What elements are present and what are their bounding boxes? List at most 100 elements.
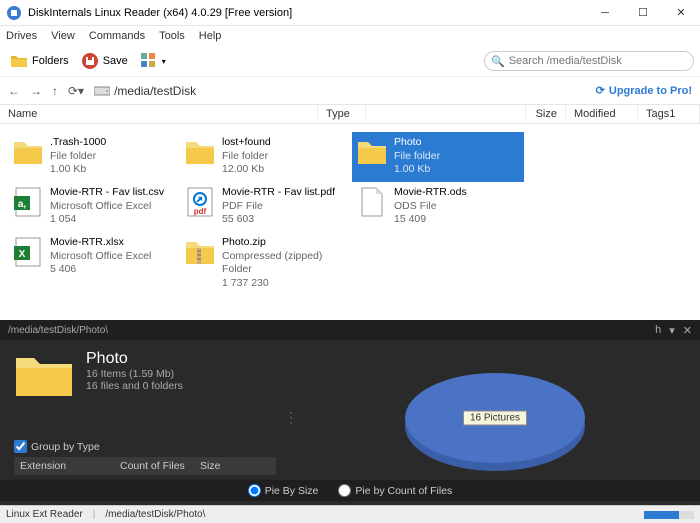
file-item[interactable]: pdf Movie-RTR - Fav list.pdfPDF File55 60…: [180, 182, 352, 232]
drive-icon: [94, 85, 110, 97]
th-size[interactable]: Size: [194, 457, 254, 475]
file-size: 1.00 Kb: [394, 163, 440, 177]
file-type: Microsoft Office Excel: [50, 250, 151, 264]
detail-title: Photo: [86, 350, 183, 368]
file-size: 5 406: [50, 263, 151, 277]
save-icon: [81, 52, 99, 70]
file-name: Movie-RTR.ods: [394, 186, 467, 200]
status-bar: Linux Ext Reader | /media/testDisk/Photo…: [0, 505, 700, 523]
file-size: 1 054: [50, 213, 164, 227]
file-type: File folder: [222, 150, 271, 164]
menu-commands[interactable]: Commands: [89, 30, 145, 42]
file-item[interactable]: X Movie-RTR.xlsxMicrosoft Office Excel5 4…: [8, 232, 180, 282]
file-name: lost+found: [222, 136, 271, 150]
menu-tools[interactable]: Tools: [159, 30, 185, 42]
file-list[interactable]: .Trash-1000File folder1.00 Kblost+foundF…: [0, 124, 700, 320]
file-item[interactable]: .Trash-1000File folder1.00 Kb: [8, 132, 180, 182]
detail-header: /media/testDisk/Photo\ h ▾ ✕: [0, 320, 700, 340]
menubar: Drives View Commands Tools Help: [0, 26, 700, 46]
status-app: Linux Ext Reader: [6, 509, 83, 520]
file-name: .Trash-1000: [50, 136, 106, 150]
detail-files: 16 files and 0 folders: [86, 380, 183, 392]
radio-pie-by-size[interactable]: Pie By Size: [248, 484, 319, 497]
file-type: PDF File: [222, 200, 335, 214]
up-button[interactable]: ↑: [52, 84, 58, 98]
file-name: Movie-RTR - Fav list.pdf: [222, 186, 335, 200]
search-box[interactable]: 🔍: [484, 51, 694, 71]
save-button[interactable]: Save: [77, 50, 132, 72]
search-input[interactable]: [509, 55, 687, 67]
column-spacer: [366, 105, 526, 123]
menu-drives[interactable]: Drives: [6, 30, 37, 42]
navigation-bar: ← → ↑ ⟳▾ /media/testDisk ⟳ Upgrade to Pr…: [0, 76, 700, 104]
file-name: Photo: [394, 136, 440, 150]
file-item[interactable]: a,Movie-RTR - Fav list.csvMicrosoft Offi…: [8, 182, 180, 232]
file-name: Photo.zip: [222, 236, 348, 250]
file-item[interactable]: Movie-RTR.odsODS File15 409: [352, 182, 524, 232]
folder-icon: [12, 136, 44, 168]
file-type: Compressed (zipped) Folder: [222, 250, 348, 277]
xlsx-icon: X: [12, 236, 44, 268]
view-grid-icon: [140, 52, 158, 70]
column-tags[interactable]: Tags1: [638, 105, 700, 123]
svg-text:X: X: [19, 249, 26, 260]
toolbar: Folders Save ▾ 🔍: [0, 46, 700, 76]
column-type[interactable]: Type: [318, 105, 366, 123]
file-size: 15 409: [394, 213, 467, 227]
file-item[interactable]: PhotoFile folder1.00 Kb: [352, 132, 524, 182]
file-size: 1 737 230: [222, 277, 348, 291]
file-type: ODS File: [394, 200, 467, 214]
pie-slice-label: 16 Pictures: [463, 410, 527, 425]
file-size: 55 603: [222, 213, 335, 227]
detail-close-button[interactable]: ✕: [683, 324, 692, 337]
folder-icon: [184, 136, 216, 168]
file-type: File folder: [50, 150, 106, 164]
file-type: Microsoft Office Excel: [50, 200, 164, 214]
file-item[interactable]: lost+foundFile folder12.00 Kb: [180, 132, 352, 182]
svg-text:a,: a,: [18, 199, 27, 210]
file-name: Movie-RTR.xlsx: [50, 236, 151, 250]
column-size[interactable]: Size: [526, 105, 566, 123]
view-options-button[interactable]: ▾: [136, 50, 170, 72]
file-size: 1.00 Kb: [50, 163, 106, 177]
breadcrumb[interactable]: /media/testDisk: [94, 84, 196, 98]
column-modified[interactable]: Modified: [566, 105, 638, 123]
minimize-button[interactable]: ─: [586, 0, 624, 25]
column-name[interactable]: Name: [0, 105, 318, 123]
maximize-button[interactable]: ☐: [624, 0, 662, 25]
detail-path: /media/testDisk/Photo\: [8, 325, 655, 336]
titlebar: DiskInternals Linux Reader (x64) 4.0.29 …: [0, 0, 700, 26]
breadcrumb-path: /media/testDisk: [114, 84, 196, 98]
close-button[interactable]: ✕: [662, 0, 700, 25]
status-path: /media/testDisk/Photo\: [105, 509, 205, 520]
detail-panel: /media/testDisk/Photo\ h ▾ ✕ Photo 16 It…: [0, 320, 700, 505]
window-title: DiskInternals Linux Reader (x64) 4.0.29 …: [28, 7, 586, 19]
group-by-type-checkbox[interactable]: Group by Type: [14, 440, 276, 453]
file-item[interactable]: Photo.zipCompressed (zipped) Folder1 737…: [180, 232, 352, 282]
radio-pie-by-count[interactable]: Pie by Count of Files: [338, 484, 452, 497]
pdf-icon: pdf: [184, 186, 216, 218]
detail-layout-button[interactable]: h: [655, 324, 661, 337]
forward-button[interactable]: →: [30, 84, 42, 98]
column-headers: Name Type Size Modified Tags1: [0, 104, 700, 124]
chart-mode-radios: Pie By Size Pie by Count of Files: [0, 480, 700, 501]
folder-icon: [356, 136, 388, 168]
folders-button[interactable]: Folders: [6, 50, 73, 72]
pie-chart: 16 Pictures: [405, 373, 585, 473]
detail-dropdown-button[interactable]: ▾: [669, 324, 675, 337]
svg-text:pdf: pdf: [194, 207, 207, 216]
upgrade-link[interactable]: ⟳ Upgrade to Pro!: [596, 84, 692, 97]
search-icon: 🔍: [491, 55, 505, 68]
csv-icon: a,: [12, 186, 44, 218]
window-controls: ─ ☐ ✕: [586, 0, 700, 25]
file-type: File folder: [394, 150, 440, 164]
th-count[interactable]: Count of Files: [114, 457, 194, 475]
zip-icon: [184, 236, 216, 268]
folder-large-icon: [14, 350, 74, 400]
menu-view[interactable]: View: [51, 30, 75, 42]
back-button[interactable]: ←: [8, 84, 20, 98]
dropdown-icon: ▾: [162, 57, 166, 66]
th-extension[interactable]: Extension: [14, 457, 114, 475]
history-button[interactable]: ⟳▾: [68, 84, 84, 98]
menu-help[interactable]: Help: [199, 30, 222, 42]
